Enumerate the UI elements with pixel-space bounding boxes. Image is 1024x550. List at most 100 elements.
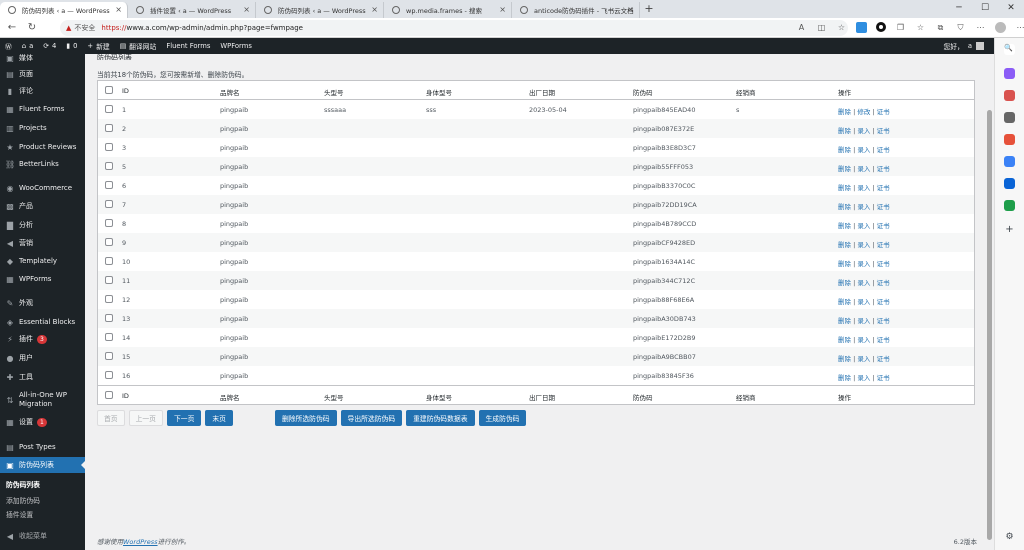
prev-page-button[interactable]: 上一页 (128, 410, 163, 426)
sidebar-item[interactable]: ▮ 评论 (0, 83, 85, 99)
action-link[interactable]: 录入 (857, 260, 870, 268)
sidebar-item[interactable]: ▦ Fluent Forms (0, 101, 85, 117)
action-link[interactable]: 删除 (838, 127, 851, 135)
action-link[interactable]: 证书 (877, 184, 890, 192)
sidebar-item[interactable]: ✚ 工具 (0, 369, 85, 385)
action-link[interactable]: 删除 (838, 203, 851, 211)
collections2-icon[interactable]: ⧉ (935, 22, 946, 33)
action-link[interactable]: 录入 (857, 336, 870, 344)
sidebar-item[interactable]: ⚡ 插件 3 (0, 331, 85, 347)
sidebar-item[interactable]: ✎ 外观 (0, 295, 85, 311)
action-link[interactable]: 录入 (857, 317, 870, 325)
account[interactable]: 您好， a (943, 38, 984, 54)
favorites-bar-icon[interactable]: ☆ (915, 22, 926, 33)
action-link[interactable]: 录入 (857, 241, 870, 249)
row-checkbox[interactable] (105, 276, 113, 284)
row-checkbox[interactable] (105, 257, 113, 265)
submenu-item[interactable]: 插件设置 (0, 507, 85, 521)
browser-tab[interactable]: 防伪码列表 ‹ a — WordPress × (256, 2, 384, 18)
browser-tab[interactable]: 插件设置 ‹ a — WordPress × (128, 2, 256, 18)
action-link[interactable]: 录入 (857, 127, 870, 135)
row-checkbox[interactable] (105, 219, 113, 227)
new-tab-icon[interactable]: + (640, 2, 658, 18)
updates[interactable]: ⟳ 4 (38, 38, 61, 54)
tab-close-icon[interactable]: × (627, 5, 634, 14)
row-checkbox[interactable] (105, 143, 113, 151)
circle-icon[interactable] (876, 22, 886, 32)
action-link[interactable]: 录入 (857, 184, 870, 192)
last-page-button[interactable]: 末页 (205, 410, 233, 426)
action-link[interactable]: 删除 (838, 374, 851, 382)
action-link[interactable]: 录入 (857, 203, 870, 211)
fluent-forms-link[interactable]: Fluent Forms (161, 38, 215, 54)
sidebar-item[interactable]: ▦ 设置 1 (0, 414, 85, 430)
tab-close-icon[interactable]: × (371, 5, 378, 14)
sidebar-item[interactable]: ▤ 页面 (0, 66, 85, 82)
select-all-checkbox[interactable] (105, 391, 113, 399)
minimize-icon[interactable]: ─ (946, 0, 972, 18)
action-link[interactable]: 证书 (877, 108, 890, 116)
more-icon[interactable]: ⋯ (975, 22, 986, 33)
row-checkbox[interactable] (105, 352, 113, 360)
action-link[interactable]: 证书 (877, 146, 890, 154)
row-checkbox[interactable] (105, 200, 113, 208)
row-checkbox[interactable] (105, 371, 113, 379)
action-link[interactable]: 证书 (877, 317, 890, 325)
close-window-icon[interactable]: ✕ (998, 0, 1024, 18)
sidebar-item[interactable]: ● 用户 (0, 350, 85, 366)
export-selected-button[interactable]: 导出所选防伪码 (340, 410, 403, 426)
extension-icon[interactable] (856, 22, 867, 33)
action-link[interactable]: 证书 (877, 203, 890, 211)
sidebar-item[interactable]: ▩ 产品 (0, 198, 85, 214)
tab-close-icon[interactable]: × (243, 5, 250, 14)
action-link[interactable]: 录入 (857, 298, 870, 306)
action-link[interactable]: 录入 (857, 165, 870, 173)
profile-icon[interactable] (995, 22, 1006, 33)
action-link[interactable]: 证书 (877, 222, 890, 230)
new-content[interactable]: + 新建 (82, 38, 114, 54)
shield-browser-icon[interactable]: ⛉ (955, 22, 966, 33)
action-link[interactable]: 证书 (877, 241, 890, 249)
shopping-icon[interactable] (1004, 68, 1015, 79)
comments[interactable]: ▮ 0 (61, 38, 82, 54)
page-scrollbar[interactable] (985, 54, 993, 550)
generate-codes-button[interactable]: 生成防伪码 (478, 410, 527, 426)
browser-tab[interactable]: wp.media.frames - 搜索 × (384, 2, 512, 18)
action-link[interactable]: 录入 (857, 374, 870, 382)
action-link[interactable]: 删除 (838, 317, 851, 325)
url-input[interactable]: ▲ 不安全 https:// www.a.com/wp-admin/admin.… (60, 20, 848, 36)
action-link[interactable]: 删除 (838, 184, 851, 192)
action-link[interactable]: 删除 (838, 336, 851, 344)
tree-icon[interactable] (1004, 200, 1015, 211)
row-checkbox[interactable] (105, 238, 113, 246)
action-link[interactable]: 证书 (877, 279, 890, 287)
sidebar-item[interactable]: ▇ 分析 (0, 217, 85, 233)
maximize-icon[interactable]: ☐ (972, 0, 998, 18)
sidebar-item[interactable]: ▦ WPForms (0, 271, 85, 287)
action-link[interactable]: 删除 (838, 165, 851, 173)
refresh-icon[interactable]: ↻ (24, 22, 40, 33)
sidebar-item[interactable]: ▣ 媒体 (0, 54, 85, 66)
read-aloud-icon[interactable]: A (796, 22, 807, 33)
search-icon[interactable]: 🔍 (1004, 44, 1015, 55)
row-checkbox[interactable] (105, 105, 113, 113)
action-link[interactable]: 证书 (877, 165, 890, 173)
wp-logo-icon[interactable]: Ⓦ (0, 38, 17, 54)
action-link[interactable]: 证书 (877, 374, 890, 382)
submenu-item[interactable]: 添加防伪码 (0, 493, 85, 507)
action-link[interactable]: 录入 (857, 222, 870, 230)
row-checkbox[interactable] (105, 162, 113, 170)
back-icon[interactable]: ← (4, 22, 20, 33)
action-link[interactable]: 删除 (838, 355, 851, 363)
menu-icon[interactable]: ⋯ (1015, 22, 1024, 33)
gear-icon[interactable]: ⚙ (1004, 532, 1015, 543)
action-link[interactable]: 证书 (877, 298, 890, 306)
toolbox-icon[interactable] (1004, 90, 1015, 101)
action-link[interactable]: 删除 (838, 108, 851, 116)
favorite-icon[interactable]: ☆ (836, 22, 847, 33)
translate-site[interactable]: ▤ 翻译网站 (115, 38, 162, 54)
sidebar-item[interactable]: ⇅ All-in-One WP Migration (0, 388, 85, 412)
action-link[interactable]: 证书 (877, 260, 890, 268)
action-link[interactable]: 删除 (838, 222, 851, 230)
action-link[interactable]: 证书 (877, 355, 890, 363)
